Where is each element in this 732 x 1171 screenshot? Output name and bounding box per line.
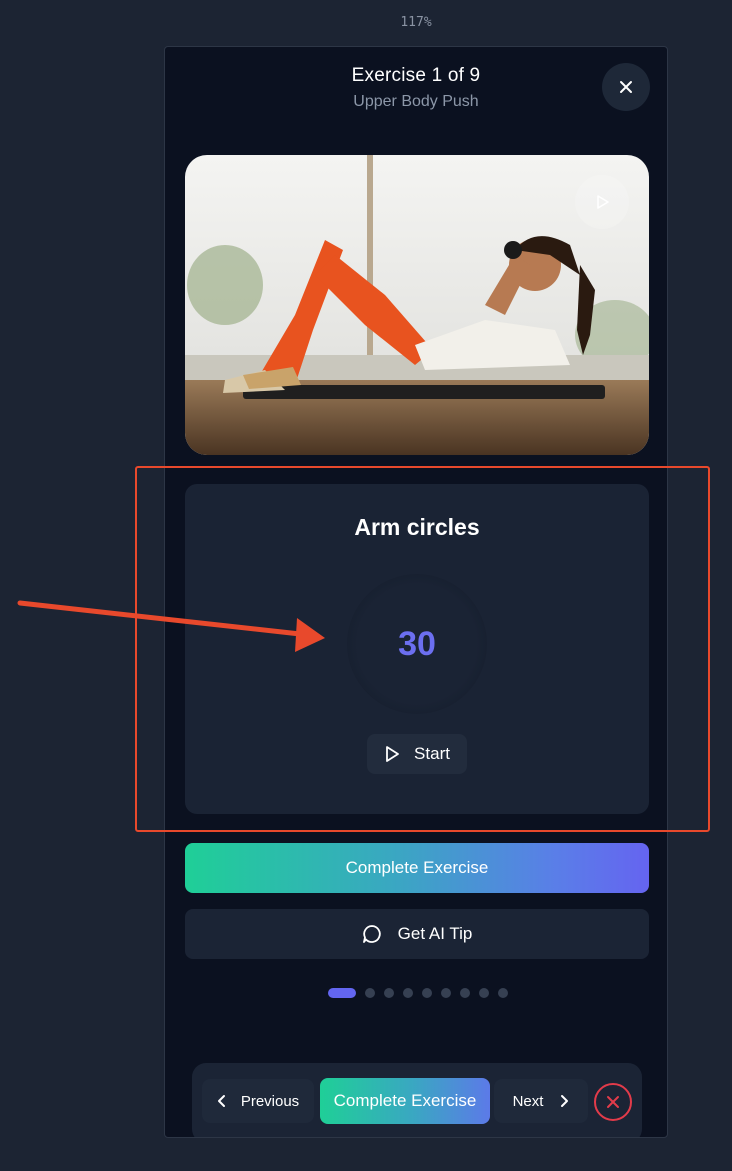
progress-dot-active[interactable] xyxy=(328,988,356,998)
close-icon xyxy=(620,81,632,93)
annotation-arrow-icon xyxy=(17,600,325,652)
bottom-complete-exercise-button[interactable]: Complete Exercise xyxy=(320,1078,490,1124)
next-label: Next xyxy=(512,1092,544,1110)
previous-label: Previous xyxy=(240,1092,300,1110)
chat-icon xyxy=(362,925,381,943)
progress-dot[interactable] xyxy=(460,988,470,998)
exercise-image xyxy=(185,155,649,455)
progress-dot[interactable] xyxy=(479,988,489,998)
chevron-left-icon xyxy=(217,1095,225,1107)
progress-dot[interactable] xyxy=(384,988,394,998)
play-icon xyxy=(597,195,609,209)
close-icon xyxy=(607,1096,619,1108)
modal-title: Exercise 1 of 9 xyxy=(351,65,481,86)
modal-header: Exercise 1 of 9 Upper Body Push xyxy=(165,65,667,111)
bottom-navigation-bar: Previous Complete Exercise Next xyxy=(192,1063,642,1137)
previous-button[interactable]: Previous xyxy=(202,1079,314,1123)
progress-dot[interactable] xyxy=(441,988,451,998)
chevron-right-icon xyxy=(561,1095,569,1107)
get-ai-tip-button[interactable]: Get AI Tip xyxy=(185,909,649,959)
progress-dot[interactable] xyxy=(365,988,375,998)
next-button[interactable]: Next xyxy=(494,1079,588,1123)
progress-dot[interactable] xyxy=(403,988,413,998)
tip-label: Get AI Tip xyxy=(397,924,473,943)
exit-workout-button[interactable] xyxy=(594,1083,632,1121)
zoom-level: 117% xyxy=(400,15,432,30)
progress-dots xyxy=(328,988,508,998)
workout-subtitle: Upper Body Push xyxy=(353,93,479,110)
progress-dot[interactable] xyxy=(422,988,432,998)
complete-exercise-button[interactable]: Complete Exercise xyxy=(185,843,649,893)
close-button[interactable] xyxy=(602,63,650,111)
play-video-button[interactable] xyxy=(575,175,629,229)
progress-dot[interactable] xyxy=(498,988,508,998)
